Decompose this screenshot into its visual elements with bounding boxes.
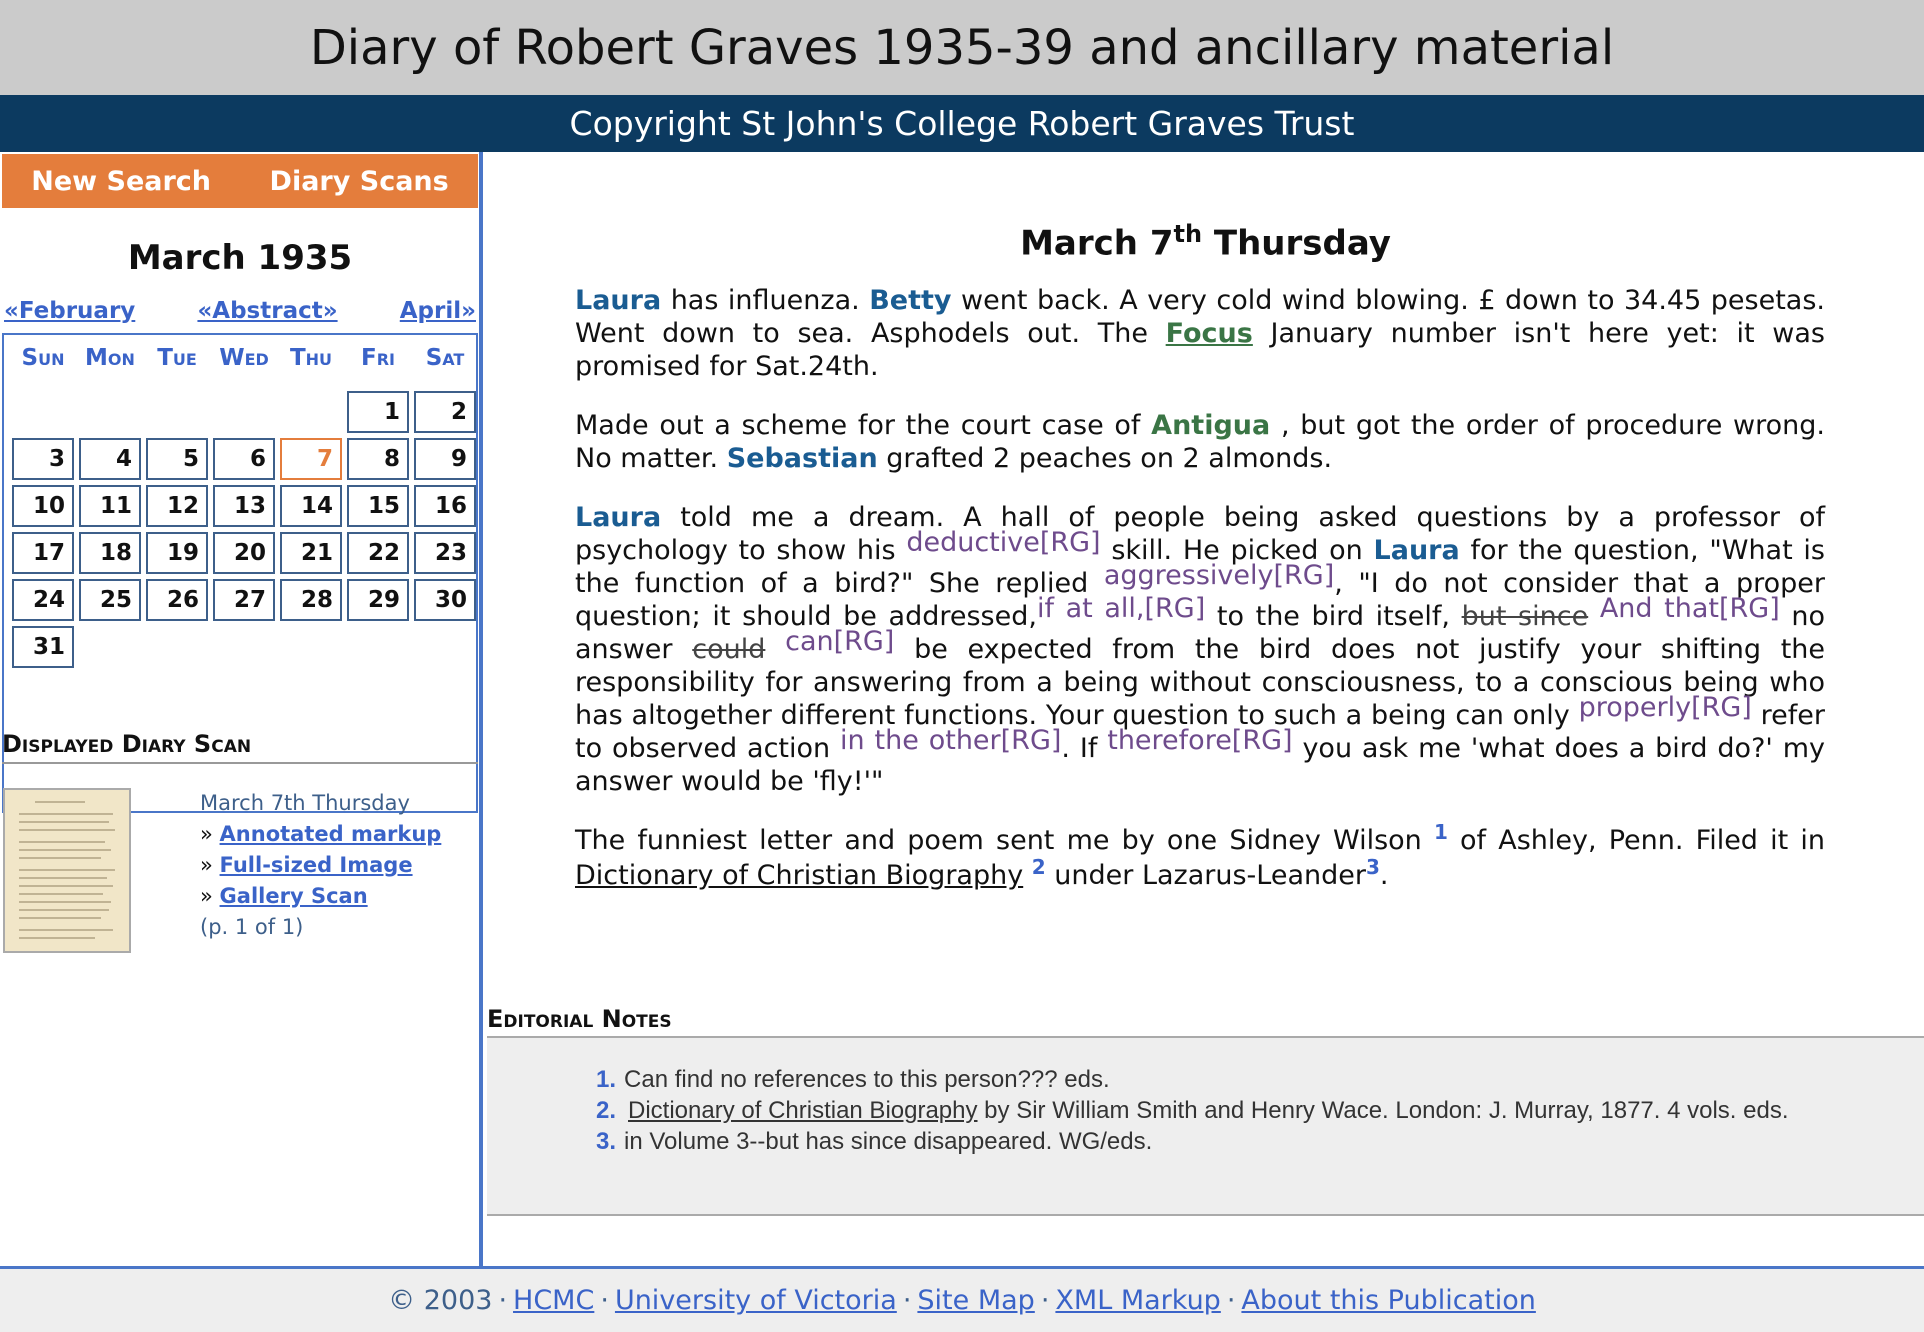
scan-page-info: (p. 1 of 1) — [200, 915, 304, 939]
sidebar: New Search Diary Scans March 1935 «Febru… — [0, 152, 483, 1269]
calendar-nav: «February «Abstract» April» — [4, 298, 476, 324]
addition-text: in the other[RG] — [840, 725, 1062, 756]
weekday-thu: Thu — [289, 345, 333, 371]
note-item: 1. Can find no references to this person?… — [596, 1066, 1110, 1093]
editorial-notes: 1. Can find no references to this person?… — [487, 1036, 1924, 1216]
diary-entry: Laura has influenza. Betty went back. A … — [575, 284, 1825, 920]
nav-bar: New Search Diary Scans — [2, 154, 478, 208]
footer-copyright: © 2003 — [388, 1285, 493, 1316]
calendar-day-2[interactable]: 2 — [414, 391, 476, 433]
person-sebastian[interactable]: Sebastian — [727, 443, 878, 474]
entry-title: March 7th Thursday — [1020, 220, 1391, 264]
annotated-markup-link[interactable]: Annotated markup — [220, 822, 442, 846]
prev-month-link[interactable]: «February — [4, 298, 135, 324]
note-item: 3. in Volume 3--but has since disappeared… — [596, 1128, 1153, 1155]
person-laura[interactable]: Laura — [575, 285, 661, 316]
addition-text: if at all,[RG] — [1036, 593, 1206, 624]
calendar-day-14[interactable]: 14 — [280, 485, 342, 527]
handwriting-scan-image — [5, 790, 129, 951]
calendar-day-11[interactable]: 11 — [79, 485, 141, 527]
person-betty[interactable]: Betty — [869, 285, 951, 316]
copyright-banner: Copyright St John's College Robert Grave… — [0, 95, 1924, 152]
full-sized-image-link[interactable]: Full-sized Image — [220, 853, 413, 877]
calendar-day-12[interactable]: 12 — [146, 485, 208, 527]
calendar-day-24[interactable]: 24 — [12, 579, 74, 621]
calendar-weekday-header: Sun Mon Tue Wed Thu Fri Sat — [4, 345, 476, 381]
calendar-day-23[interactable]: 23 — [414, 532, 476, 574]
calendar-day-21[interactable]: 21 — [280, 532, 342, 574]
new-search-button[interactable]: New Search — [31, 166, 211, 197]
addition-text: properly[RG] — [1578, 692, 1752, 723]
calendar-day-20[interactable]: 20 — [213, 532, 275, 574]
entry-paragraph: Laura told me a dream. A hall of people … — [575, 502, 1826, 797]
main-content: March 7th Thursday Laura has influenza. … — [487, 152, 1924, 1269]
calendar-day-16[interactable]: 16 — [414, 485, 476, 527]
calendar-day-6[interactable]: 6 — [213, 438, 275, 480]
entry-paragraph: The funniest letter and poem sent me by … — [575, 820, 1825, 891]
book-title: Dictionary of Christian Biography — [575, 860, 1024, 891]
footnote-ref-2[interactable]: 2 — [1032, 855, 1046, 879]
diary-scans-button[interactable]: Diary Scans — [270, 166, 449, 197]
addition-text: therefore[RG] — [1107, 725, 1293, 756]
calendar-day-31[interactable]: 31 — [12, 626, 74, 668]
calendar-day-10[interactable]: 10 — [12, 485, 74, 527]
calendar-month-title: March 1935 — [127, 238, 353, 278]
next-month-link[interactable]: April» — [400, 298, 476, 324]
calendar-day-8[interactable]: 8 — [347, 438, 409, 480]
weekday-fri: Fri — [361, 345, 395, 371]
calendar-day-22[interactable]: 22 — [347, 532, 409, 574]
calendar-day-5[interactable]: 5 — [146, 438, 208, 480]
footer-link-hcmc[interactable]: HCMC — [513, 1285, 594, 1316]
addition-text: deductive[RG] — [906, 527, 1101, 558]
abstract-link[interactable]: «Abstract» — [197, 298, 337, 324]
weekday-tue: Tue — [157, 345, 197, 371]
page-title: Diary of Robert Graves 1935-39 and ancil… — [0, 0, 1924, 95]
person-laura[interactable]: Laura — [1374, 535, 1460, 566]
calendar-day-9[interactable]: 9 — [414, 438, 476, 480]
footnote-ref-1[interactable]: 1 — [1434, 820, 1448, 844]
calendar-day-25[interactable]: 25 — [79, 579, 141, 621]
weekday-sat: Sat — [425, 345, 465, 371]
weekday-sun: Sun — [21, 345, 65, 371]
calendar-day-15[interactable]: 15 — [347, 485, 409, 527]
addition-text: And that[RG] — [1588, 593, 1780, 624]
title-focus[interactable]: Focus — [1166, 318, 1253, 349]
calendar-day-30[interactable]: 30 — [414, 579, 476, 621]
weekday-mon: Mon — [85, 345, 135, 371]
addition-text: can[RG] — [765, 626, 895, 657]
calendar-day-3[interactable]: 3 — [12, 438, 74, 480]
diary-scan-info: March 7th Thursday » Annotated markup » … — [200, 788, 480, 943]
footer-link-site-map[interactable]: Site Map — [917, 1285, 1034, 1316]
entry-paragraph: Made out a scheme for the court case of … — [575, 410, 1825, 474]
title-antigua[interactable]: Antigua — [1151, 410, 1270, 441]
scan-caption: March 7th Thursday — [200, 791, 410, 815]
calendar-day-1[interactable]: 1 — [347, 391, 409, 433]
calendar-day-26[interactable]: 26 — [146, 579, 208, 621]
person-laura[interactable]: Laura — [575, 502, 661, 533]
calendar-day-27[interactable]: 27 — [213, 579, 275, 621]
footer-link-uvic[interactable]: University of Victoria — [615, 1285, 897, 1316]
gallery-scan-link[interactable]: Gallery Scan — [220, 884, 368, 908]
calendar-day-28[interactable]: 28 — [280, 579, 342, 621]
diary-scan-heading: Displayed Diary Scan — [2, 730, 478, 764]
calendar-day-17[interactable]: 17 — [12, 532, 74, 574]
diary-scan-thumbnail[interactable] — [3, 788, 131, 953]
footer: © 2003 · HCMC · University of Victoria ·… — [0, 1266, 1924, 1332]
calendar-day-7[interactable]: 7 — [280, 438, 342, 480]
calendar-day-13[interactable]: 13 — [213, 485, 275, 527]
entry-paragraph: Laura has influenza. Betty went back. A … — [575, 285, 1826, 382]
calendar-day-29[interactable]: 29 — [347, 579, 409, 621]
footnote-ref-3[interactable]: 3 — [1366, 855, 1380, 879]
deletion-text: but since — [1461, 601, 1589, 632]
editorial-notes-heading: Editorial Notes — [487, 1005, 672, 1033]
calendar-day-4[interactable]: 4 — [79, 438, 141, 480]
weekday-wed: Wed — [219, 345, 269, 371]
note-item: 2. Dictionary of Christian Biography by S… — [596, 1097, 1789, 1124]
calendar-day-19[interactable]: 19 — [146, 532, 208, 574]
footer-link-xml-markup[interactable]: XML Markup — [1055, 1285, 1220, 1316]
footer-link-about[interactable]: About this Publication — [1241, 1285, 1535, 1316]
calendar-day-18[interactable]: 18 — [79, 532, 141, 574]
deletion-text: could — [692, 634, 766, 665]
addition-text: aggressively[RG] — [1103, 560, 1335, 591]
